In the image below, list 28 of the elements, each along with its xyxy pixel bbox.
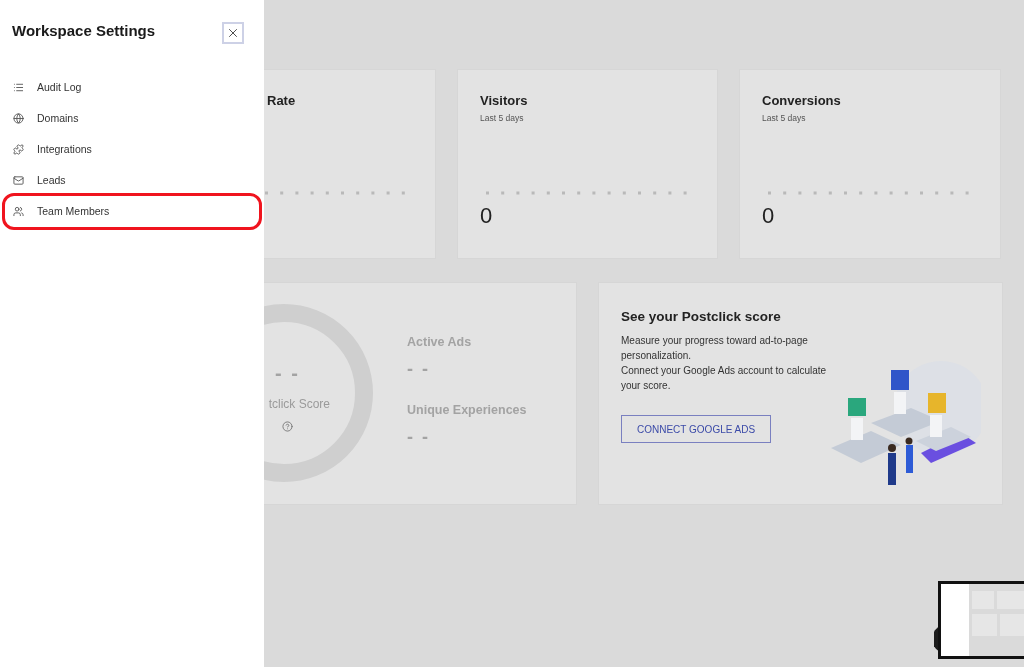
connect-google-ads-button[interactable]: CONNECT GOOGLE ADS — [621, 415, 772, 444]
promo-title: See your Postclick score — [621, 308, 781, 326]
close-icon — [226, 26, 240, 40]
list-icon — [13, 82, 24, 93]
metric-value: - - — [407, 425, 430, 449]
score-label: tclick Score — [268, 396, 330, 413]
people-icon — [13, 206, 24, 217]
card-title: Conversions — [762, 93, 841, 109]
metric-value: - - — [407, 357, 430, 381]
metric-label: Active Ads — [407, 334, 472, 351]
score-value: - - — [275, 363, 300, 383]
promo-text: Measure your progress toward ad-to-page personalization. — [621, 334, 809, 364]
mail-icon — [13, 175, 24, 186]
menu-item[interactable]: Team Members — [2, 193, 262, 230]
card-title: Rate — [267, 93, 296, 109]
stat-value: 0 — [480, 202, 493, 230]
metric-label: Unique Experiences — [407, 401, 527, 419]
card-subtitle: Last 5 days — [480, 112, 524, 125]
drawer-title: Workspace Settings — [12, 21, 156, 41]
stat-value: 0 — [762, 202, 775, 230]
puzzle-icon — [13, 144, 24, 155]
promo-text: Connect your Google Ads account to calculate your score. — [621, 364, 828, 394]
close-button[interactable] — [222, 22, 244, 44]
screen-thumbnail[interactable] — [934, 581, 1024, 661]
card-subtitle: Last 5 days — [762, 112, 806, 125]
help-icon[interactable] — [282, 421, 293, 432]
card-title: Visitors — [480, 93, 528, 109]
globe-icon — [13, 113, 24, 124]
